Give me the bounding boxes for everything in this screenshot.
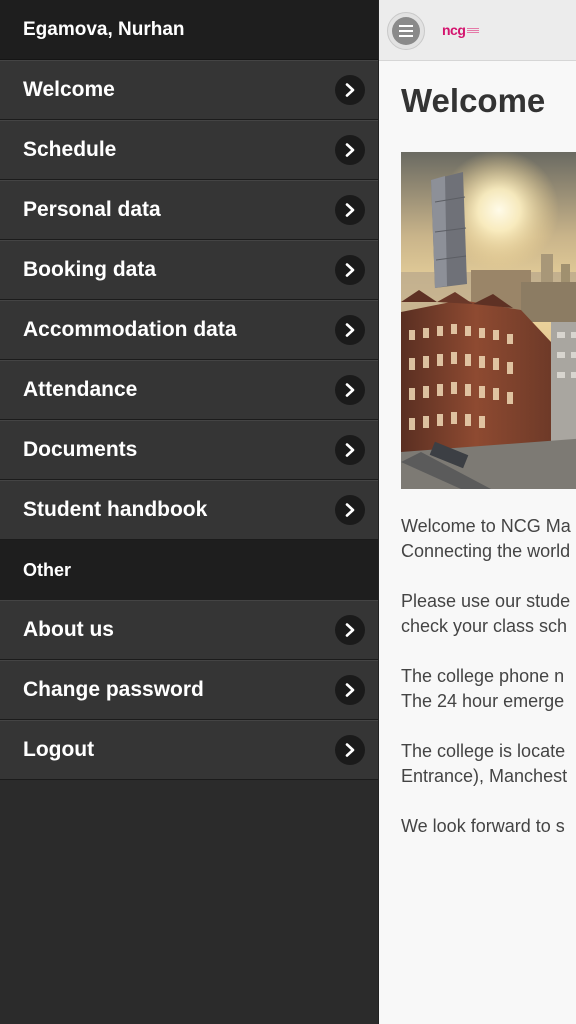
page-title: Welcome bbox=[401, 82, 546, 119]
welcome-text: Welcome to NCG Ma Connecting the world Pl… bbox=[401, 514, 576, 864]
menu-item-label: Change password bbox=[23, 678, 204, 701]
menu-item-label: Welcome bbox=[23, 78, 115, 101]
paragraph: Welcome to NCG Ma Connecting the world bbox=[401, 516, 571, 561]
chevron-right-icon bbox=[335, 75, 365, 105]
chevron-right-icon bbox=[335, 615, 365, 645]
menu-item-change-password[interactable]: Change password bbox=[0, 660, 378, 720]
hero-image bbox=[401, 152, 576, 489]
chevron-right-icon bbox=[335, 675, 365, 705]
section-header-label: Other bbox=[23, 559, 72, 580]
menu-item-documents[interactable]: Documents bbox=[0, 420, 378, 480]
menu-item-label: Schedule bbox=[23, 138, 117, 161]
paragraph: The college phone n The 24 hour emerge bbox=[401, 666, 565, 711]
logo-tagline-mark bbox=[467, 27, 480, 33]
hamburger-menu-icon bbox=[392, 17, 420, 45]
user-name: Egamova, Nurhan bbox=[23, 18, 185, 40]
menu-item-label: Accommodation data bbox=[23, 318, 237, 341]
menu-item-about-us[interactable]: About us bbox=[0, 600, 378, 660]
chevron-right-icon bbox=[335, 255, 365, 285]
menu-item-booking-data[interactable]: Booking data bbox=[0, 240, 378, 300]
chevron-right-icon bbox=[335, 375, 365, 405]
menu-item-label: Personal data bbox=[23, 198, 161, 221]
chevron-right-icon bbox=[335, 435, 365, 465]
user-name-header: Egamova, Nurhan bbox=[0, 0, 378, 60]
menu-item-welcome[interactable]: Welcome bbox=[0, 60, 378, 120]
paragraph: The college is locate Entrance), Manchest bbox=[401, 741, 568, 786]
menu-item-label: Booking data bbox=[23, 258, 157, 281]
menu-item-logout[interactable]: Logout bbox=[0, 720, 378, 780]
chevron-right-icon bbox=[335, 135, 365, 165]
menu-item-attendance[interactable]: Attendance bbox=[0, 360, 378, 420]
menu-item-schedule[interactable]: Schedule bbox=[0, 120, 378, 180]
menu-item-label: Attendance bbox=[23, 378, 138, 401]
side-menu: Egamova, Nurhan Welcome Schedule Persona… bbox=[0, 0, 379, 1024]
ncg-logo: ncg bbox=[442, 22, 480, 38]
section-header-other: Other bbox=[0, 540, 378, 600]
menu-item-student-handbook[interactable]: Student handbook bbox=[0, 480, 378, 540]
paragraph: We look forward to s bbox=[401, 816, 565, 836]
logo-text: ncg bbox=[442, 22, 466, 38]
menu-item-accommodation-data[interactable]: Accommodation data bbox=[0, 300, 378, 360]
top-bar: ncg bbox=[379, 0, 576, 61]
main-content: ncg Welcome Welcome to NCG Ma Connecting… bbox=[379, 0, 576, 1024]
chevron-right-icon bbox=[335, 735, 365, 765]
menu-item-label: Documents bbox=[23, 438, 138, 461]
menu-toggle-button[interactable] bbox=[387, 12, 425, 50]
chevron-right-icon bbox=[335, 315, 365, 345]
chevron-right-icon bbox=[335, 195, 365, 225]
paragraph: Please use our stude check your class sch bbox=[401, 591, 571, 636]
menu-item-label: About us bbox=[23, 618, 114, 641]
menu-item-label: Logout bbox=[23, 738, 95, 761]
menu-item-label: Student handbook bbox=[23, 498, 208, 521]
chevron-right-icon bbox=[335, 495, 365, 525]
menu-item-personal-data[interactable]: Personal data bbox=[0, 180, 378, 240]
